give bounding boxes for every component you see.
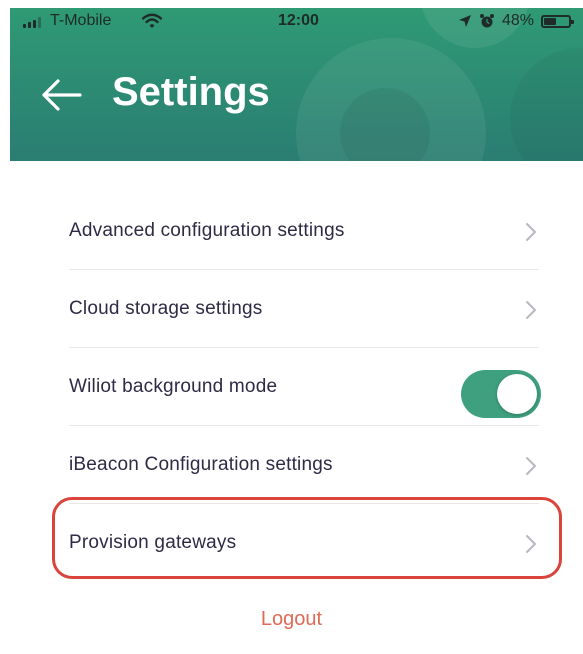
decorative-circle [340,88,430,161]
chevron-right-icon [526,223,536,241]
status-time: 12:00 [278,12,319,29]
list-item-label: Advanced configuration settings [69,220,345,241]
advanced-configuration-settings-item[interactable]: Advanced configuration settings [69,192,539,270]
page-title: Settings [112,70,270,114]
wifi-icon [142,13,162,28]
chevron-right-icon [526,457,536,475]
signal-bars-icon [23,17,45,28]
decorative-circle [510,48,583,161]
battery-icon [541,15,574,28]
provision-gateways-item[interactable]: Provision gateways [69,504,539,582]
wiliot-background-mode-item: Wiliot background mode [69,348,541,426]
arrow-left-icon[interactable] [40,78,82,112]
settings-list: Advanced configuration settings Cloud st… [69,192,541,582]
battery-level-fill [544,18,557,25]
list-item-label: iBeacon Configuration settings [69,454,333,475]
list-item-label: Cloud storage settings [69,298,263,319]
cloud-storage-settings-item[interactable]: Cloud storage settings [69,270,539,348]
carrier-name: T-Mobile [50,12,112,29]
list-item-label: Provision gateways [69,532,237,553]
background-mode-toggle[interactable] [461,370,541,418]
status-bar: T-Mobile 12:00 48% [10,8,583,36]
location-arrow-icon [459,15,471,27]
logout-button[interactable]: Logout [0,608,583,631]
chevron-right-icon [526,301,536,319]
ibeacon-configuration-settings-item[interactable]: iBeacon Configuration settings [69,426,539,504]
battery-percent: 48% [502,12,535,29]
decorative-circle [296,38,486,161]
header-bar: T-Mobile 12:00 48% Settings [10,8,583,161]
toggle-knob [497,374,537,414]
chevron-right-icon [526,535,536,553]
alarm-icon [480,14,494,28]
list-item-label: Wiliot background mode [69,376,278,397]
